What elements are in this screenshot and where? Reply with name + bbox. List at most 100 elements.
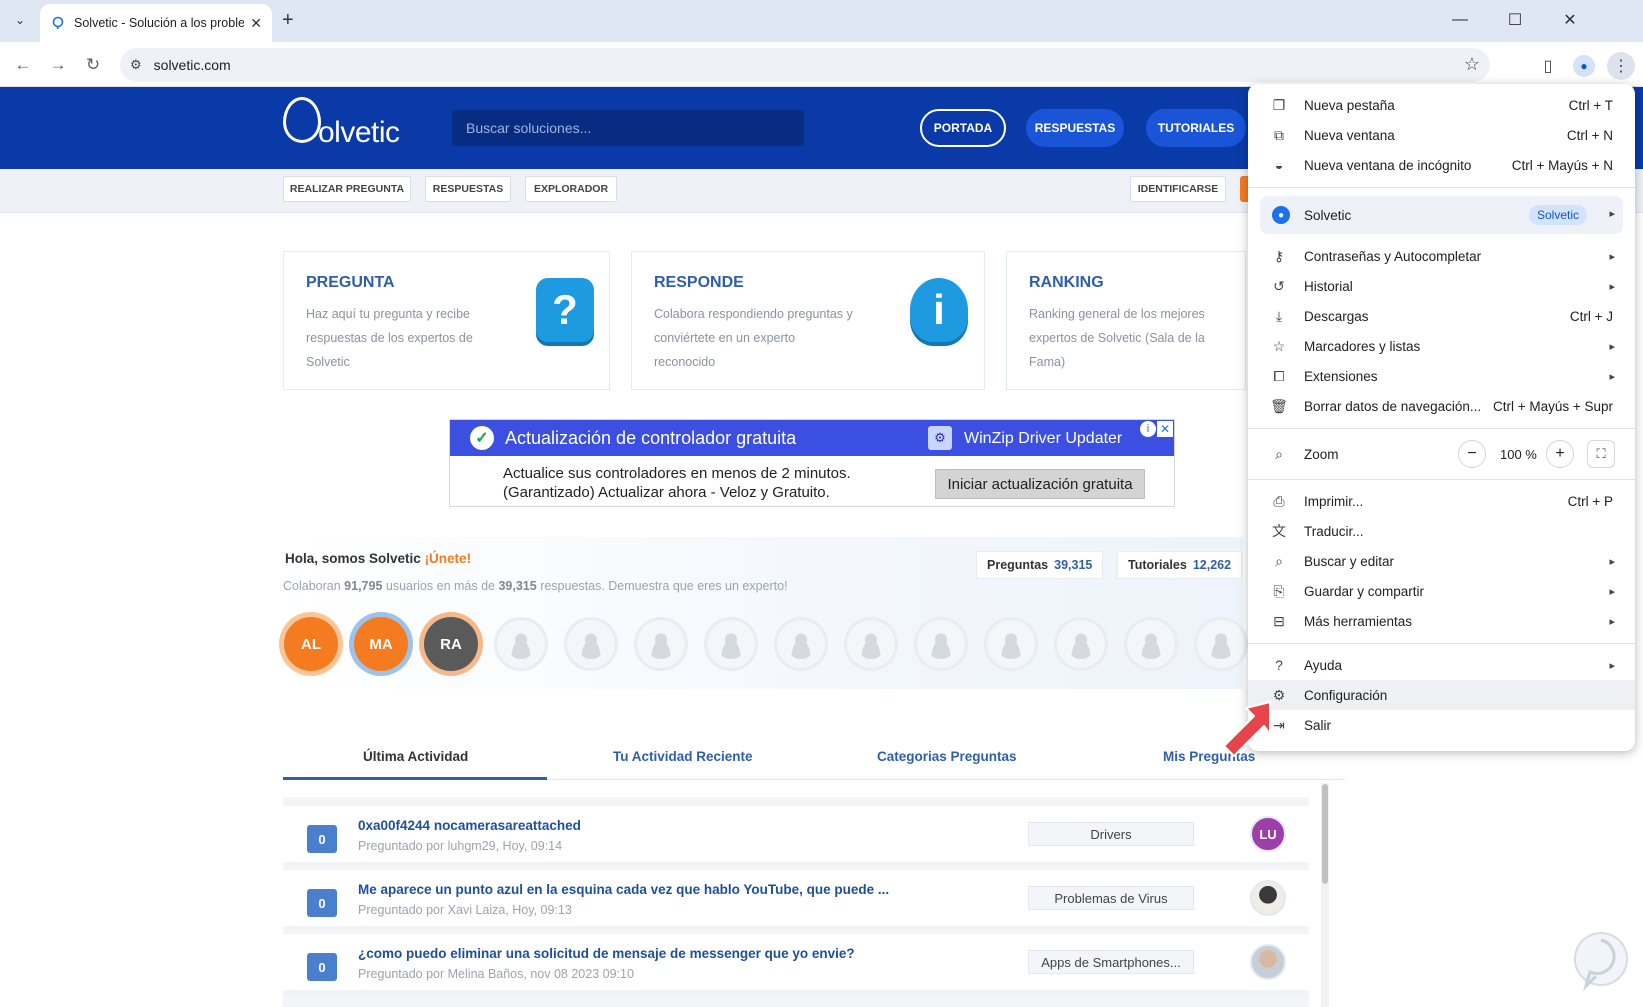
empty-avatar-icon[interactable]: [494, 617, 548, 671]
ad-headline[interactable]: Actualización de controlador gratuita: [505, 428, 796, 449]
back-button[interactable]: ←: [10, 52, 36, 78]
menu-item-ayuda[interactable]: ? Ayuda ▸: [1248, 650, 1635, 680]
user-avatar[interactable]: [1250, 944, 1286, 980]
menu-item-guardar-compartir[interactable]: ⎘ Guardar y compartir ▸: [1248, 576, 1635, 606]
menu-item-buscar-editar[interactable]: ⌕ Buscar y editar ▸: [1248, 546, 1635, 576]
fullscreen-button[interactable]: ⛶: [1587, 440, 1615, 468]
address-bar[interactable]: ⚙ solvetic.com ☆: [120, 48, 1490, 82]
category-tag[interactable]: Problemas de Virus: [1028, 886, 1194, 910]
tab-ultima-actividad[interactable]: Última Actividad: [363, 749, 468, 764]
list-item[interactable]: 0 0xa00f4244 nocamerasareattached Pregun…: [283, 806, 1309, 866]
card-description: Colabora respondiendo preguntas y convié…: [654, 307, 853, 369]
category-tag[interactable]: Drivers: [1028, 822, 1194, 846]
member-avatar[interactable]: RA: [424, 617, 478, 671]
logo-text[interactable]: olvetic: [318, 116, 400, 150]
site-search-input[interactable]: Buscar soluciones...: [452, 110, 804, 146]
menu-item-descargas[interactable]: ⤓ Descargas Ctrl + J: [1248, 301, 1635, 331]
question-meta: Preguntado por luhgm29, Hoy, 09:14: [358, 839, 563, 853]
driver-ad-banner[interactable]: ✓ Actualización de controlador gratuita …: [449, 419, 1175, 507]
ad-close-icon[interactable]: ✕: [1157, 421, 1173, 437]
menu-item-extensiones[interactable]: ⧠ Extensiones ▸: [1248, 361, 1635, 391]
user-avatar[interactable]: LU: [1250, 816, 1286, 852]
menu-item-traducir[interactable]: 文 Traducir...: [1248, 516, 1635, 546]
card-title: RESPONDE: [654, 274, 744, 291]
tab-categorias[interactable]: Categorias Preguntas: [877, 749, 1017, 764]
zoom-out-button[interactable]: −: [1458, 440, 1486, 468]
solvetic-logo-icon[interactable]: [283, 97, 321, 143]
card-responde[interactable]: RESPONDE Colabora respondiendo preguntas…: [631, 251, 985, 390]
ask-question-button[interactable]: REALIZAR PREGUNTA: [283, 176, 411, 202]
maximize-button[interactable]: ☐: [1495, 6, 1535, 34]
empty-avatar-icon[interactable]: [914, 617, 968, 671]
menu-item-marcadores[interactable]: ☆ Marcadores y listas ▸: [1248, 331, 1635, 361]
empty-avatar-icon[interactable]: [1054, 617, 1108, 671]
menu-item-contrasenas[interactable]: ⚷ Contraseñas y Autocompletar ▸: [1248, 241, 1635, 271]
menu-item-nueva-ventana[interactable]: ⧉ Nueva ventana Ctrl + N: [1248, 120, 1635, 150]
sub-mid: usuarios en más de: [385, 579, 495, 593]
minimize-button[interactable]: —: [1440, 6, 1480, 34]
nav-tutoriales[interactable]: TUTORIALES: [1146, 109, 1246, 147]
empty-avatar-icon[interactable]: [1194, 617, 1248, 671]
question-meta: Preguntado por Xavi Laiza, Hoy, 09:13: [358, 903, 572, 917]
user-avatar[interactable]: [1250, 880, 1286, 916]
member-avatar[interactable]: MA: [354, 617, 408, 671]
empty-avatar-icon[interactable]: [844, 617, 898, 671]
side-panel-icon[interactable]: ▯: [1534, 52, 1562, 80]
checkmark-icon: ✓: [470, 426, 494, 450]
scrollbar-thumb[interactable]: [1322, 784, 1328, 884]
card-pregunta[interactable]: PREGUNTA Haz aquí tu pregunta y recibe r…: [283, 251, 610, 390]
nav-respuestas[interactable]: RESPUESTAS: [1026, 109, 1124, 147]
profile-button[interactable]: ●: [1570, 52, 1598, 80]
question-meta: Preguntado por Melina Baños, nov 08 2023…: [358, 967, 634, 981]
empty-avatar-icon[interactable]: [564, 617, 618, 671]
menu-item-nueva-pestana[interactable]: ❐ Nueva pestaña Ctrl + T: [1248, 90, 1635, 120]
member-avatar[interactable]: AL: [284, 617, 338, 671]
new-tab-button[interactable]: +: [282, 9, 294, 32]
zoom-in-button[interactable]: +: [1546, 440, 1574, 468]
nav-portada[interactable]: PORTADA: [920, 109, 1006, 147]
browser-tab-active[interactable]: Solvetic - Solución a los problemas ✕: [40, 4, 272, 42]
chevron-right-icon: ▸: [1609, 659, 1615, 672]
ad-brand[interactable]: WinZip Driver Updater: [964, 430, 1122, 448]
tab-tu-actividad[interactable]: Tu Actividad Reciente: [613, 749, 753, 764]
login-button[interactable]: IDENTIFICARSE: [1130, 176, 1226, 202]
bookmark-star-icon[interactable]: ☆: [1464, 54, 1480, 75]
join-link[interactable]: ¡Únete!: [425, 551, 472, 566]
question-title[interactable]: ¿como puedo eliminar una solicitud de me…: [358, 946, 855, 961]
explorer-button[interactable]: EXPLORADOR: [525, 176, 617, 202]
category-tag[interactable]: Apps de Smartphones...: [1028, 950, 1194, 974]
menu-item-historial[interactable]: ↺ Historial ▸: [1248, 271, 1635, 301]
active-tab-indicator: [283, 777, 547, 780]
stat-value: 12,262: [1192, 558, 1232, 572]
ad-info-icon[interactable]: i: [1140, 421, 1156, 437]
reload-button[interactable]: ↻: [80, 52, 106, 78]
menu-item-configuracion[interactable]: ⚙ Configuración: [1248, 680, 1635, 710]
new-window-icon: ⧉: [1274, 126, 1284, 143]
empty-avatar-icon[interactable]: [634, 617, 688, 671]
answers-button[interactable]: RESPUESTAS: [425, 176, 511, 202]
tab-search-button[interactable]: ⌄: [8, 8, 32, 32]
close-tab-icon[interactable]: ✕: [250, 15, 262, 32]
list-item[interactable]: 0 ¿como puedo eliminar una solicitud de …: [283, 934, 1309, 994]
question-title[interactable]: 0xa00f4244 nocamerasareattached: [358, 818, 581, 833]
menu-item-mas-herramientas[interactable]: ⊟ Más herramientas ▸: [1248, 606, 1635, 636]
card-ranking[interactable]: RANKING Ranking general de los mejores e…: [1006, 251, 1246, 390]
empty-avatar-icon[interactable]: [1124, 617, 1178, 671]
empty-avatar-icon[interactable]: [704, 617, 758, 671]
menu-item-salir[interactable]: ⇥ Salir: [1248, 710, 1635, 740]
forward-button[interactable]: →: [45, 52, 71, 78]
site-info-icon[interactable]: ⚙: [130, 57, 142, 73]
menu-item-borrar-datos[interactable]: 🗑 Borrar datos de navegación... Ctrl + M…: [1248, 391, 1635, 421]
chevron-right-icon: ▸: [1609, 250, 1615, 263]
chrome-menu-button[interactable]: ⋮: [1607, 52, 1635, 80]
empty-avatar-icon[interactable]: [774, 617, 828, 671]
menu-item-incognito[interactable]: ◒ Nueva ventana de incógnito Ctrl + Mayú…: [1248, 150, 1635, 180]
close-window-button[interactable]: ✕: [1550, 6, 1590, 34]
menu-label: Buscar y editar: [1304, 553, 1395, 569]
ad-cta-button[interactable]: Iniciar actualización gratuita: [935, 469, 1145, 499]
menu-item-imprimir[interactable]: ⎙ Imprimir... Ctrl + P: [1248, 486, 1635, 516]
list-item[interactable]: 0 Me aparece un punto azul en la esquina…: [283, 870, 1309, 930]
menu-item-profile[interactable]: ● Solvetic Solvetic ▸: [1260, 196, 1623, 234]
empty-avatar-icon[interactable]: [984, 617, 1038, 671]
question-title[interactable]: Me aparece un punto azul en la esquina c…: [358, 882, 889, 897]
